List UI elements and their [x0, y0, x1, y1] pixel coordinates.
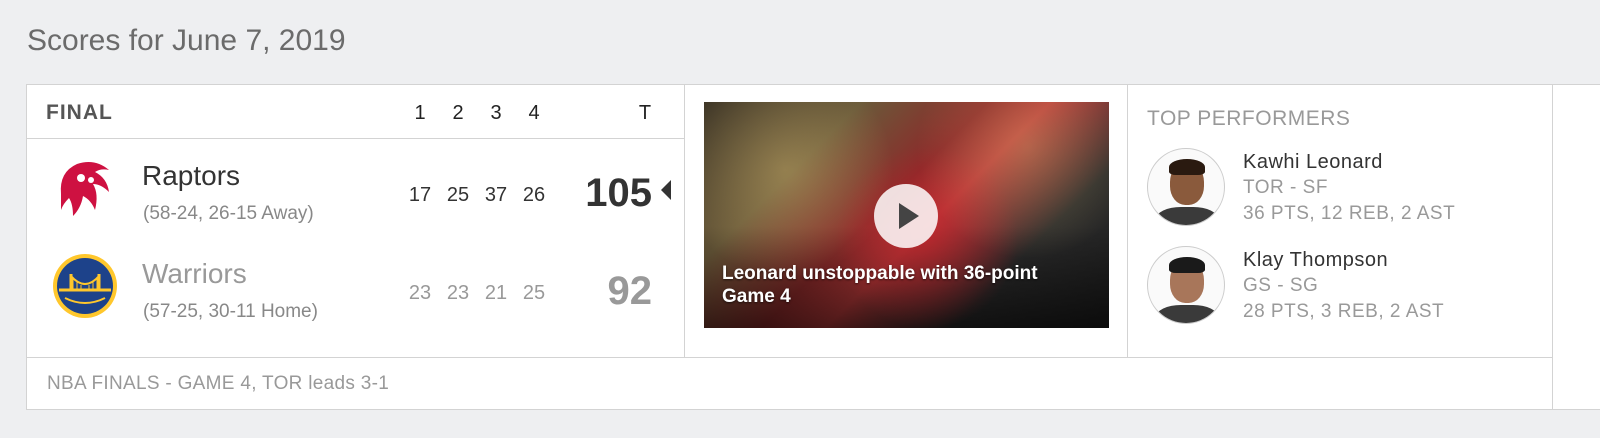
total-header: T	[638, 102, 652, 124]
raptors-logo-icon	[53, 156, 117, 220]
game-card[interactable]: FINAL 1 2 3 4 T Raptors (58-24, 26-15 Aw…	[26, 84, 1600, 410]
quarter-header-3: 3	[490, 102, 502, 124]
quarter-score: 25	[446, 184, 470, 206]
score-header: FINAL 1 2 3 4 T	[27, 85, 684, 139]
player-position: TOR - SF	[1243, 177, 1328, 198]
game-status: FINAL	[46, 101, 113, 124]
series-status: NBA FINALS - GAME 4, TOR leads 3-1	[47, 373, 390, 394]
total-score: 92	[607, 269, 653, 313]
performer-item[interactable]: Klay Thompson GS - SG 28 PTS, 3 REB, 2 A…	[1147, 246, 1547, 326]
game-footer: NBA FINALS - GAME 4, TOR leads 3-1	[27, 357, 1553, 409]
page-title: Scores for June 7, 2019	[27, 24, 346, 57]
video-thumbnail[interactable]: Leonard unstoppable with 36-point Game 4	[704, 102, 1109, 328]
total-score: 105	[585, 171, 652, 215]
performer-item[interactable]: Kawhi Leonard TOR - SF 36 PTS, 12 REB, 2…	[1147, 148, 1547, 228]
winner-indicator-icon	[661, 180, 671, 200]
team-name[interactable]: Raptors	[142, 160, 240, 192]
quarter-score: 17	[408, 184, 432, 206]
player-name[interactable]: Kawhi Leonard	[1243, 151, 1383, 174]
team-row-warriors[interactable]: Warriors (57-25, 30-11 Home) 23 23 21 25…	[27, 238, 685, 336]
player-name[interactable]: Klay Thompson	[1243, 249, 1388, 272]
top-performers: TOP PERFORMERS Kawhi Leonard TOR - SF 36…	[1129, 85, 1553, 357]
scoreboard[interactable]: FINAL 1 2 3 4 T Raptors (58-24, 26-15 Aw…	[27, 85, 685, 357]
team-record: (58-24, 26-15 Away)	[143, 203, 314, 224]
quarter-score: 21	[484, 282, 508, 304]
player-avatar[interactable]	[1147, 148, 1225, 226]
quarter-header-2: 2	[452, 102, 464, 124]
quarter-header-4: 4	[528, 102, 540, 124]
team-row-raptors[interactable]: Raptors (58-24, 26-15 Away) 17 25 37 26 …	[27, 140, 685, 238]
video-caption[interactable]: Leonard unstoppable with 36-point Game 4	[722, 262, 1092, 308]
quarter-score: 25	[522, 282, 546, 304]
team-record: (57-25, 30-11 Home)	[143, 301, 318, 322]
video-panel: Leonard unstoppable with 36-point Game 4	[686, 85, 1128, 357]
quarter-score: 23	[446, 282, 470, 304]
team-name[interactable]: Warriors	[142, 258, 247, 290]
play-icon[interactable]	[874, 184, 938, 248]
quarter-score: 26	[522, 184, 546, 206]
warriors-logo-icon	[53, 254, 117, 318]
quarter-score: 37	[484, 184, 508, 206]
top-performers-title: TOP PERFORMERS	[1147, 107, 1351, 130]
quarter-score: 23	[408, 282, 432, 304]
player-stats: 28 PTS, 3 REB, 2 AST	[1243, 301, 1445, 322]
quarter-header-1: 1	[414, 102, 426, 124]
player-position: GS - SG	[1243, 275, 1319, 296]
player-avatar[interactable]	[1147, 246, 1225, 324]
player-stats: 36 PTS, 12 REB, 2 AST	[1243, 203, 1456, 224]
